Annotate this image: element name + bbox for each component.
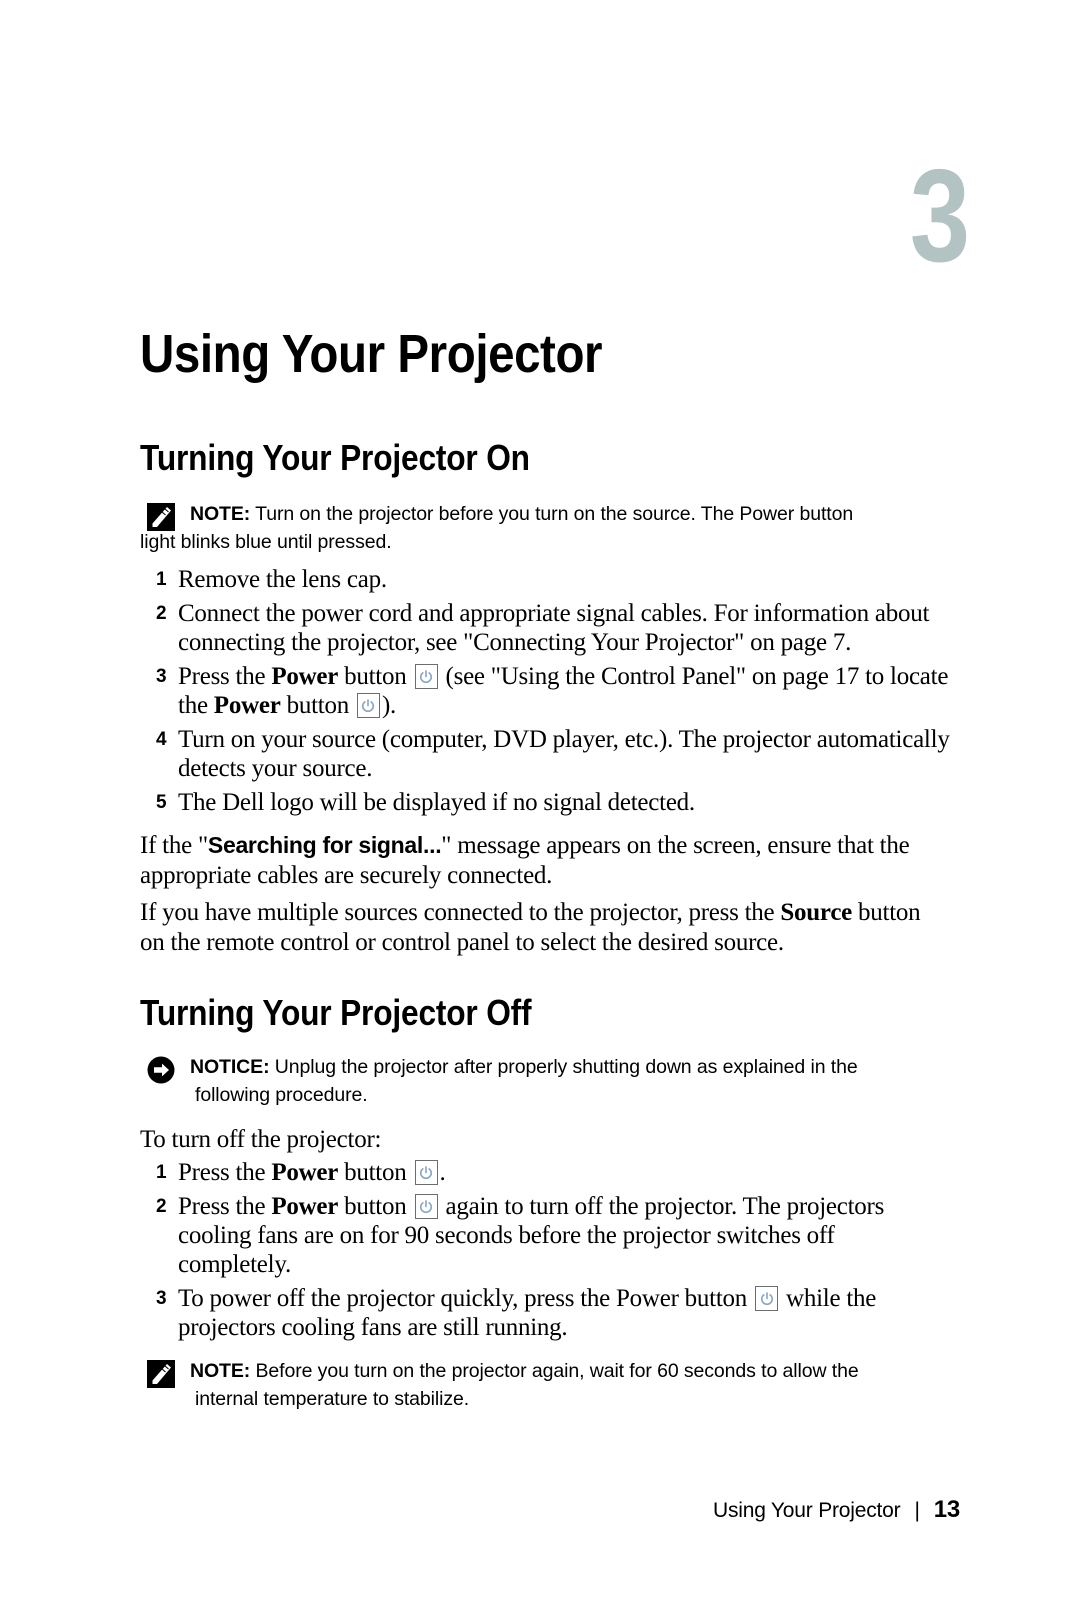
list-item-text: button (280, 692, 355, 719)
note-text-1-line2: light blinks blue until pressed. (140, 531, 392, 553)
ordered-list-turning-off: 1 Press the Power button . 2 Press the Powe… (140, 1158, 952, 1347)
emphasized-term: Power (271, 1159, 339, 1186)
list-item-number: 1 (156, 569, 167, 590)
list-item-number: 2 (156, 1196, 167, 1217)
note-body-2: NOTE: Before you turn on the projector a… (140, 1357, 950, 1413)
note-pencil-icon (147, 1360, 175, 1388)
list-item-number: 1 (156, 1162, 167, 1183)
paragraph-to-turn-off: To turn off the projector: (140, 1126, 382, 1153)
note-body-1: NOTE: Turn on the projector before you t… (140, 500, 950, 556)
note-pencil-icon (147, 503, 175, 531)
list-item: 1 Press the Power button . (140, 1158, 952, 1187)
section-heading-turning-off: Turning Your Projector Off (140, 992, 532, 1033)
emphasized-term: Power (271, 1193, 339, 1220)
chapter-number: 3 (909, 142, 969, 289)
notice-block-1: NOTICE: Unplug the projector after prope… (140, 1053, 950, 1109)
searching-pre: If the " (140, 832, 208, 859)
list-item-text: Press the (178, 1193, 272, 1220)
list-item-text: button (338, 1159, 413, 1186)
notice-arrow-icon (147, 1056, 175, 1084)
ordered-list-turning-on: 1 Remove the lens cap. 2 Connect the power … (140, 565, 952, 822)
note-lead-2: NOTE: (190, 1360, 251, 1382)
page-footer: Using Your Projector | 13 (713, 1496, 960, 1524)
page-title: Using Your Projector (140, 324, 603, 384)
note-lead-1: NOTE: (190, 503, 251, 525)
document-page: 3 Using Your Projector Turning Your Proj… (0, 0, 1080, 1620)
footer-title: Using Your Projector (712, 1499, 901, 1522)
notice-lead-1: NOTICE: (190, 1056, 270, 1078)
list-item-number: 4 (156, 729, 167, 750)
paragraph-searching: If the "Searching for signal..." message… (140, 830, 940, 891)
list-item-text: Turn on your source (computer, DVD playe… (178, 726, 950, 782)
emphasized-term: Power (213, 692, 281, 719)
list-item: 5 The Dell logo will be displayed if no s… (140, 788, 952, 817)
list-item-text: Remove the lens cap. (178, 566, 387, 593)
list-item: 3 Press the Power button (see "Using the … (140, 662, 952, 720)
searching-message: Searching for signal... (207, 832, 442, 858)
power-button-icon (356, 693, 380, 718)
list-item: 2 Press the Power button again to turn of… (140, 1192, 952, 1279)
notice-text-1-line1: Unplug the projector after properly shut… (274, 1056, 858, 1078)
paragraph-multiple-sources: If you have multiple sources connected t… (140, 898, 940, 958)
source-button-label: Source (780, 899, 853, 926)
note-block-2: NOTE: Before you turn on the projector a… (140, 1357, 950, 1413)
list-item-text: To power off the projector quickly, pres… (178, 1285, 754, 1312)
list-item-text: button (338, 663, 413, 690)
note-text-2-line2: internal temperature to stabilize. (195, 1388, 470, 1410)
emphasized-term: Power (271, 663, 339, 690)
footer-page-number: 13 (933, 1496, 960, 1523)
note-block-1: NOTE: Turn on the projector before you t… (140, 500, 950, 556)
footer-separator: | (914, 1499, 920, 1522)
notice-body-1: NOTICE: Unplug the projector after prope… (140, 1053, 950, 1109)
list-item: 3 To power off the projector quickly, pre… (140, 1284, 952, 1342)
list-item-text: Connect the power cord and appropriate s… (178, 600, 930, 656)
section-heading-turning-on: Turning Your Projector On (140, 437, 530, 478)
list-item-number: 5 (156, 792, 167, 813)
list-item-number: 2 (156, 603, 167, 624)
notice-text-1-line2: following procedure. (195, 1084, 368, 1106)
list-item-text: Press the (178, 663, 272, 690)
list-item: 2 Connect the power cord and appropriate … (140, 599, 952, 657)
power-button-icon (414, 1160, 438, 1185)
list-item-text: ). (381, 692, 397, 719)
list-item-number: 3 (156, 666, 167, 687)
list-item-text: button (338, 1193, 413, 1220)
list-item: 4 Turn on your source (computer, DVD play… (140, 725, 952, 783)
power-button-icon (414, 664, 438, 689)
list-item-text: . (439, 1159, 446, 1186)
list-item-text: The Dell logo will be displayed if no si… (178, 789, 695, 816)
note-text-1-line1: Turn on the projector before you turn on… (255, 503, 854, 525)
list-item: 1 Remove the lens cap. (140, 565, 952, 594)
power-button-icon (755, 1286, 779, 1311)
list-item-text: Press the (178, 1159, 272, 1186)
power-button-icon (414, 1194, 438, 1219)
list-item-number: 3 (156, 1288, 167, 1309)
note-text-2-line1: Before you turn on the projector again, … (255, 1360, 859, 1382)
multiple-pre: If you have multiple sources connected t… (140, 899, 781, 926)
